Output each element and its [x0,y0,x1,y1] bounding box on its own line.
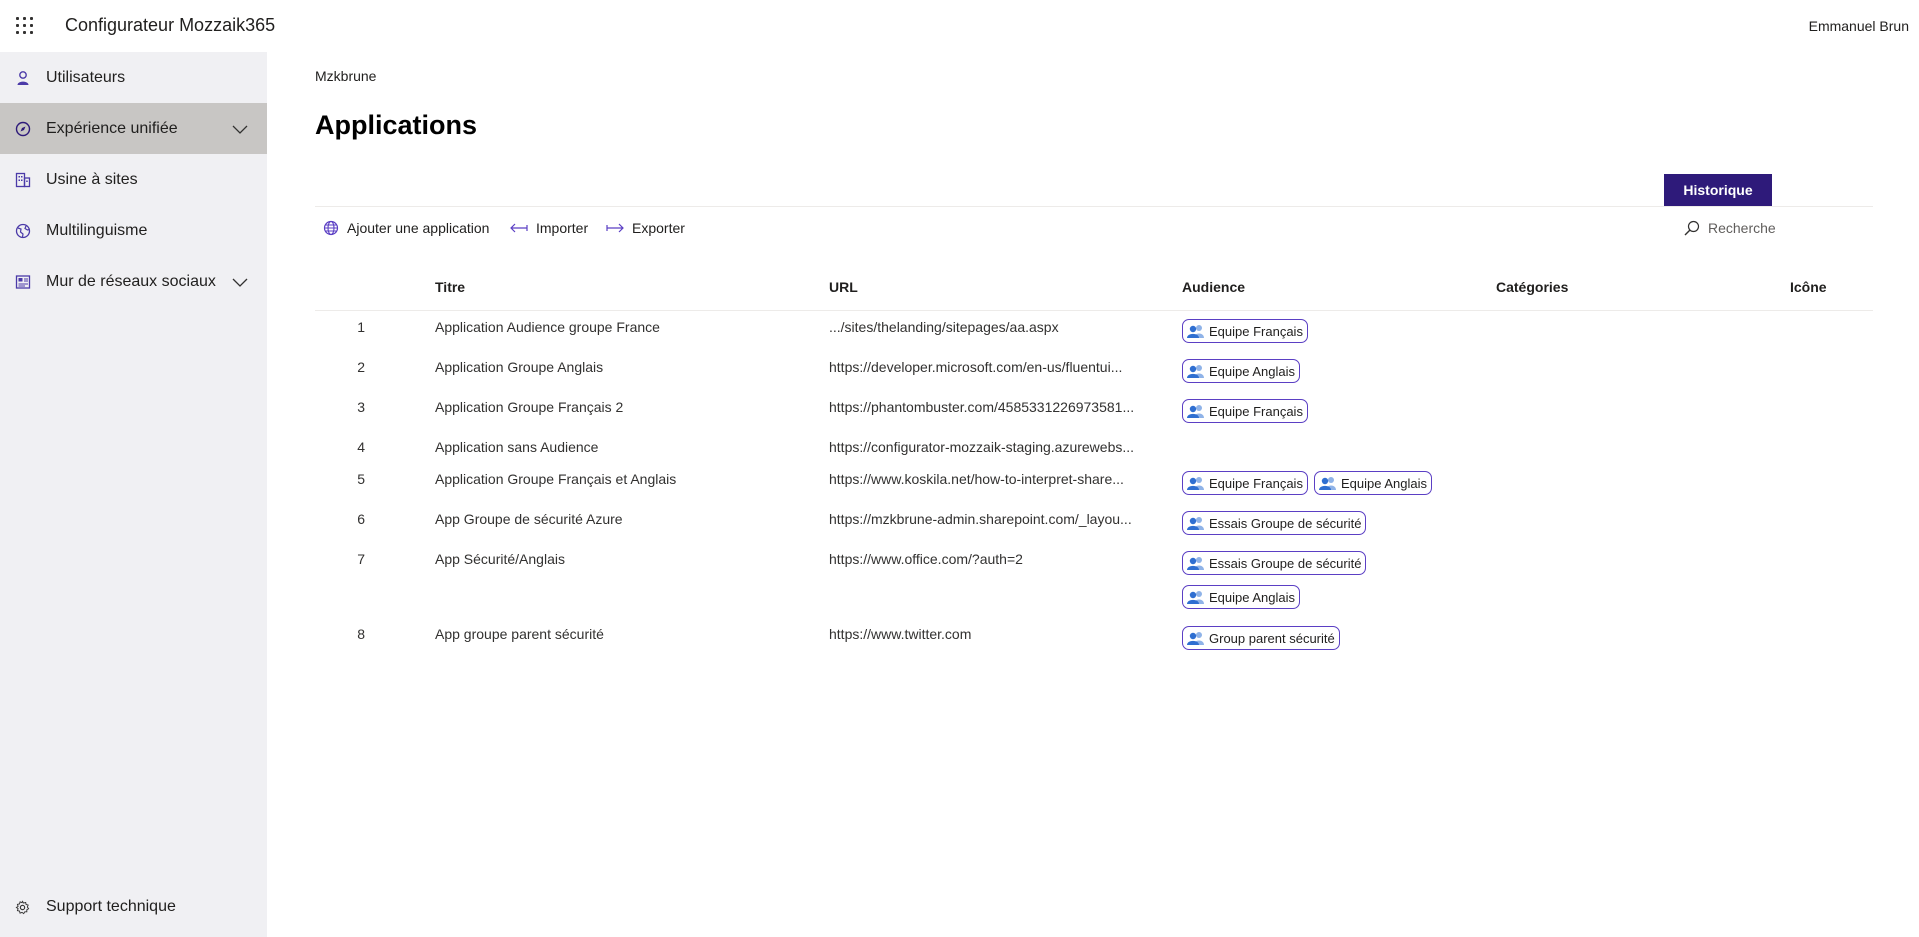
audience-chip[interactable]: Equipe Anglais [1182,585,1301,609]
row-url: https://www.koskila.net/how-to-interpret… [829,471,1124,487]
group-icon [1187,325,1204,338]
audience-label: Essais Groupe de sécurité [1209,515,1362,531]
search-placeholder: Recherche [1708,220,1776,236]
column-header-categories[interactable]: Catégories [1496,279,1568,295]
globe-icon [323,220,339,236]
audience-label: Equipe Français [1209,323,1303,339]
column-header-titre[interactable]: Titre [435,279,465,295]
audience-label: Equipe Français [1209,403,1303,419]
sidebar: Utilisateurs Expérience unifiée Usine à … [0,52,267,937]
audience-chip[interactable]: Equipe Français [1182,471,1308,495]
sidebar-item-label: Expérience unifiée [46,119,178,137]
add-application-button[interactable]: Ajouter une application [323,218,489,238]
row-number: 8 [357,626,365,642]
historique-button[interactable]: Historique [1664,174,1772,206]
sidebar-item-label: Usine à sites [46,170,138,188]
building-icon [14,171,31,188]
audience-chip[interactable]: Equipe Anglais [1314,471,1433,495]
row-number: 5 [357,471,365,487]
row-title: App groupe parent sécurité [435,626,604,642]
row-title: App Groupe de sécurité Azure [435,511,623,527]
row-number: 1 [357,319,365,335]
audience-label: Equipe Anglais [1341,475,1428,491]
column-header-audience[interactable]: Audience [1182,279,1245,295]
row-number: 3 [357,399,365,415]
row-title: Application Audience groupe France [435,319,660,335]
row-number: 2 [357,359,365,375]
row-url: https://www.twitter.com [829,626,972,642]
compass-icon [14,120,31,137]
import-button[interactable]: Importer [510,218,588,238]
group-icon [1187,517,1204,530]
export-label: Exporter [632,220,685,236]
gear-icon [14,899,31,916]
column-header-url[interactable]: URL [829,279,858,295]
audience-chip[interactable]: Group parent sécurité [1182,626,1340,650]
chevron-down-icon[interactable] [231,120,249,138]
row-title: Application sans Audience [435,439,599,455]
divider [315,310,1873,311]
add-application-label: Ajouter une application [347,220,490,236]
group-icon [1187,632,1204,645]
sidebar-item-label: Multilinguisme [46,221,148,239]
import-label: Importer [536,220,589,236]
divider [315,206,1873,207]
sidebar-item-label: Mur de réseaux sociaux [46,272,216,290]
row-title: Application Groupe Anglais [435,359,604,375]
audience-label: Equipe Français [1209,475,1303,491]
group-icon [1187,405,1204,418]
group-icon [1187,591,1204,604]
board-icon [14,273,31,290]
row-url: https://configurator-mozzaik-staging.azu… [829,439,1135,455]
audience-chip[interactable]: Equipe Français [1182,319,1308,343]
audience-chip[interactable]: Essais Groupe de sécurité [1182,511,1367,535]
page-title: Applications [315,110,478,140]
group-icon [1187,557,1204,570]
column-header-icone[interactable]: Icône [1790,279,1827,295]
chevron-down-icon[interactable] [231,273,249,291]
row-title: Application Groupe Français et Anglais [435,471,677,487]
sidebar-item-support-technique[interactable]: Support technique [0,887,267,927]
audience-label: Equipe Anglais [1209,589,1296,605]
row-title: App Sécurité/Anglais [435,551,565,567]
sidebar-item-label: Utilisateurs [46,68,126,86]
breadcrumb[interactable]: Mzkbrune [315,68,376,84]
sidebar-item-usine-a-sites[interactable]: Usine à sites [0,154,267,205]
row-url: https://mzkbrune-admin.sharepoint.com/_l… [829,511,1132,527]
row-url: https://phantombuster.com/45853312269735… [829,399,1135,415]
group-icon [1319,477,1336,490]
audience-label: Group parent sécurité [1209,630,1335,646]
row-url: .../sites/thelanding/sitepages/aa.aspx [829,319,1059,335]
sidebar-item-mur-reseaux-sociaux[interactable]: Mur de réseaux sociaux [0,256,267,307]
sidebar-item-utilisateurs[interactable]: Utilisateurs [0,52,267,103]
audience-chip[interactable]: Equipe Anglais [1182,359,1301,383]
row-number: 7 [357,551,365,567]
row-url: https://www.office.com/?auth=2 [829,551,1023,567]
sidebar-item-experience-unifiee[interactable]: Expérience unifiée [0,103,267,154]
search-box[interactable]: Recherche [1684,218,1776,238]
top-bar: Configurateur Mozzaik365 Emmanuel Brun [0,0,1919,52]
export-button[interactable]: Exporter [606,218,685,238]
user-icon [14,69,31,86]
audience-chip[interactable]: Equipe Français [1182,399,1308,423]
row-number: 4 [357,439,365,455]
group-icon [1187,477,1204,490]
audience-label: Essais Groupe de sécurité [1209,555,1362,571]
group-icon [1187,365,1204,378]
audience-chip[interactable]: Essais Groupe de sécurité [1182,551,1367,575]
row-title: Application Groupe Français 2 [435,399,624,415]
globe-icon [14,222,31,239]
support-label: Support technique [46,898,176,915]
arrow-left-icon [510,223,528,233]
row-url: https://developer.microsoft.com/en-us/fl… [829,359,1123,375]
user-name[interactable]: Emmanuel Brun [1809,18,1909,34]
waffle-icon[interactable] [16,17,34,35]
sidebar-item-multilinguisme[interactable]: Multilinguisme [0,205,267,256]
search-icon [1684,220,1700,236]
app-title: Configurateur Mozzaik365 [65,15,276,35]
row-number: 6 [357,511,365,527]
arrow-right-icon [606,223,624,233]
audience-label: Equipe Anglais [1209,363,1296,379]
